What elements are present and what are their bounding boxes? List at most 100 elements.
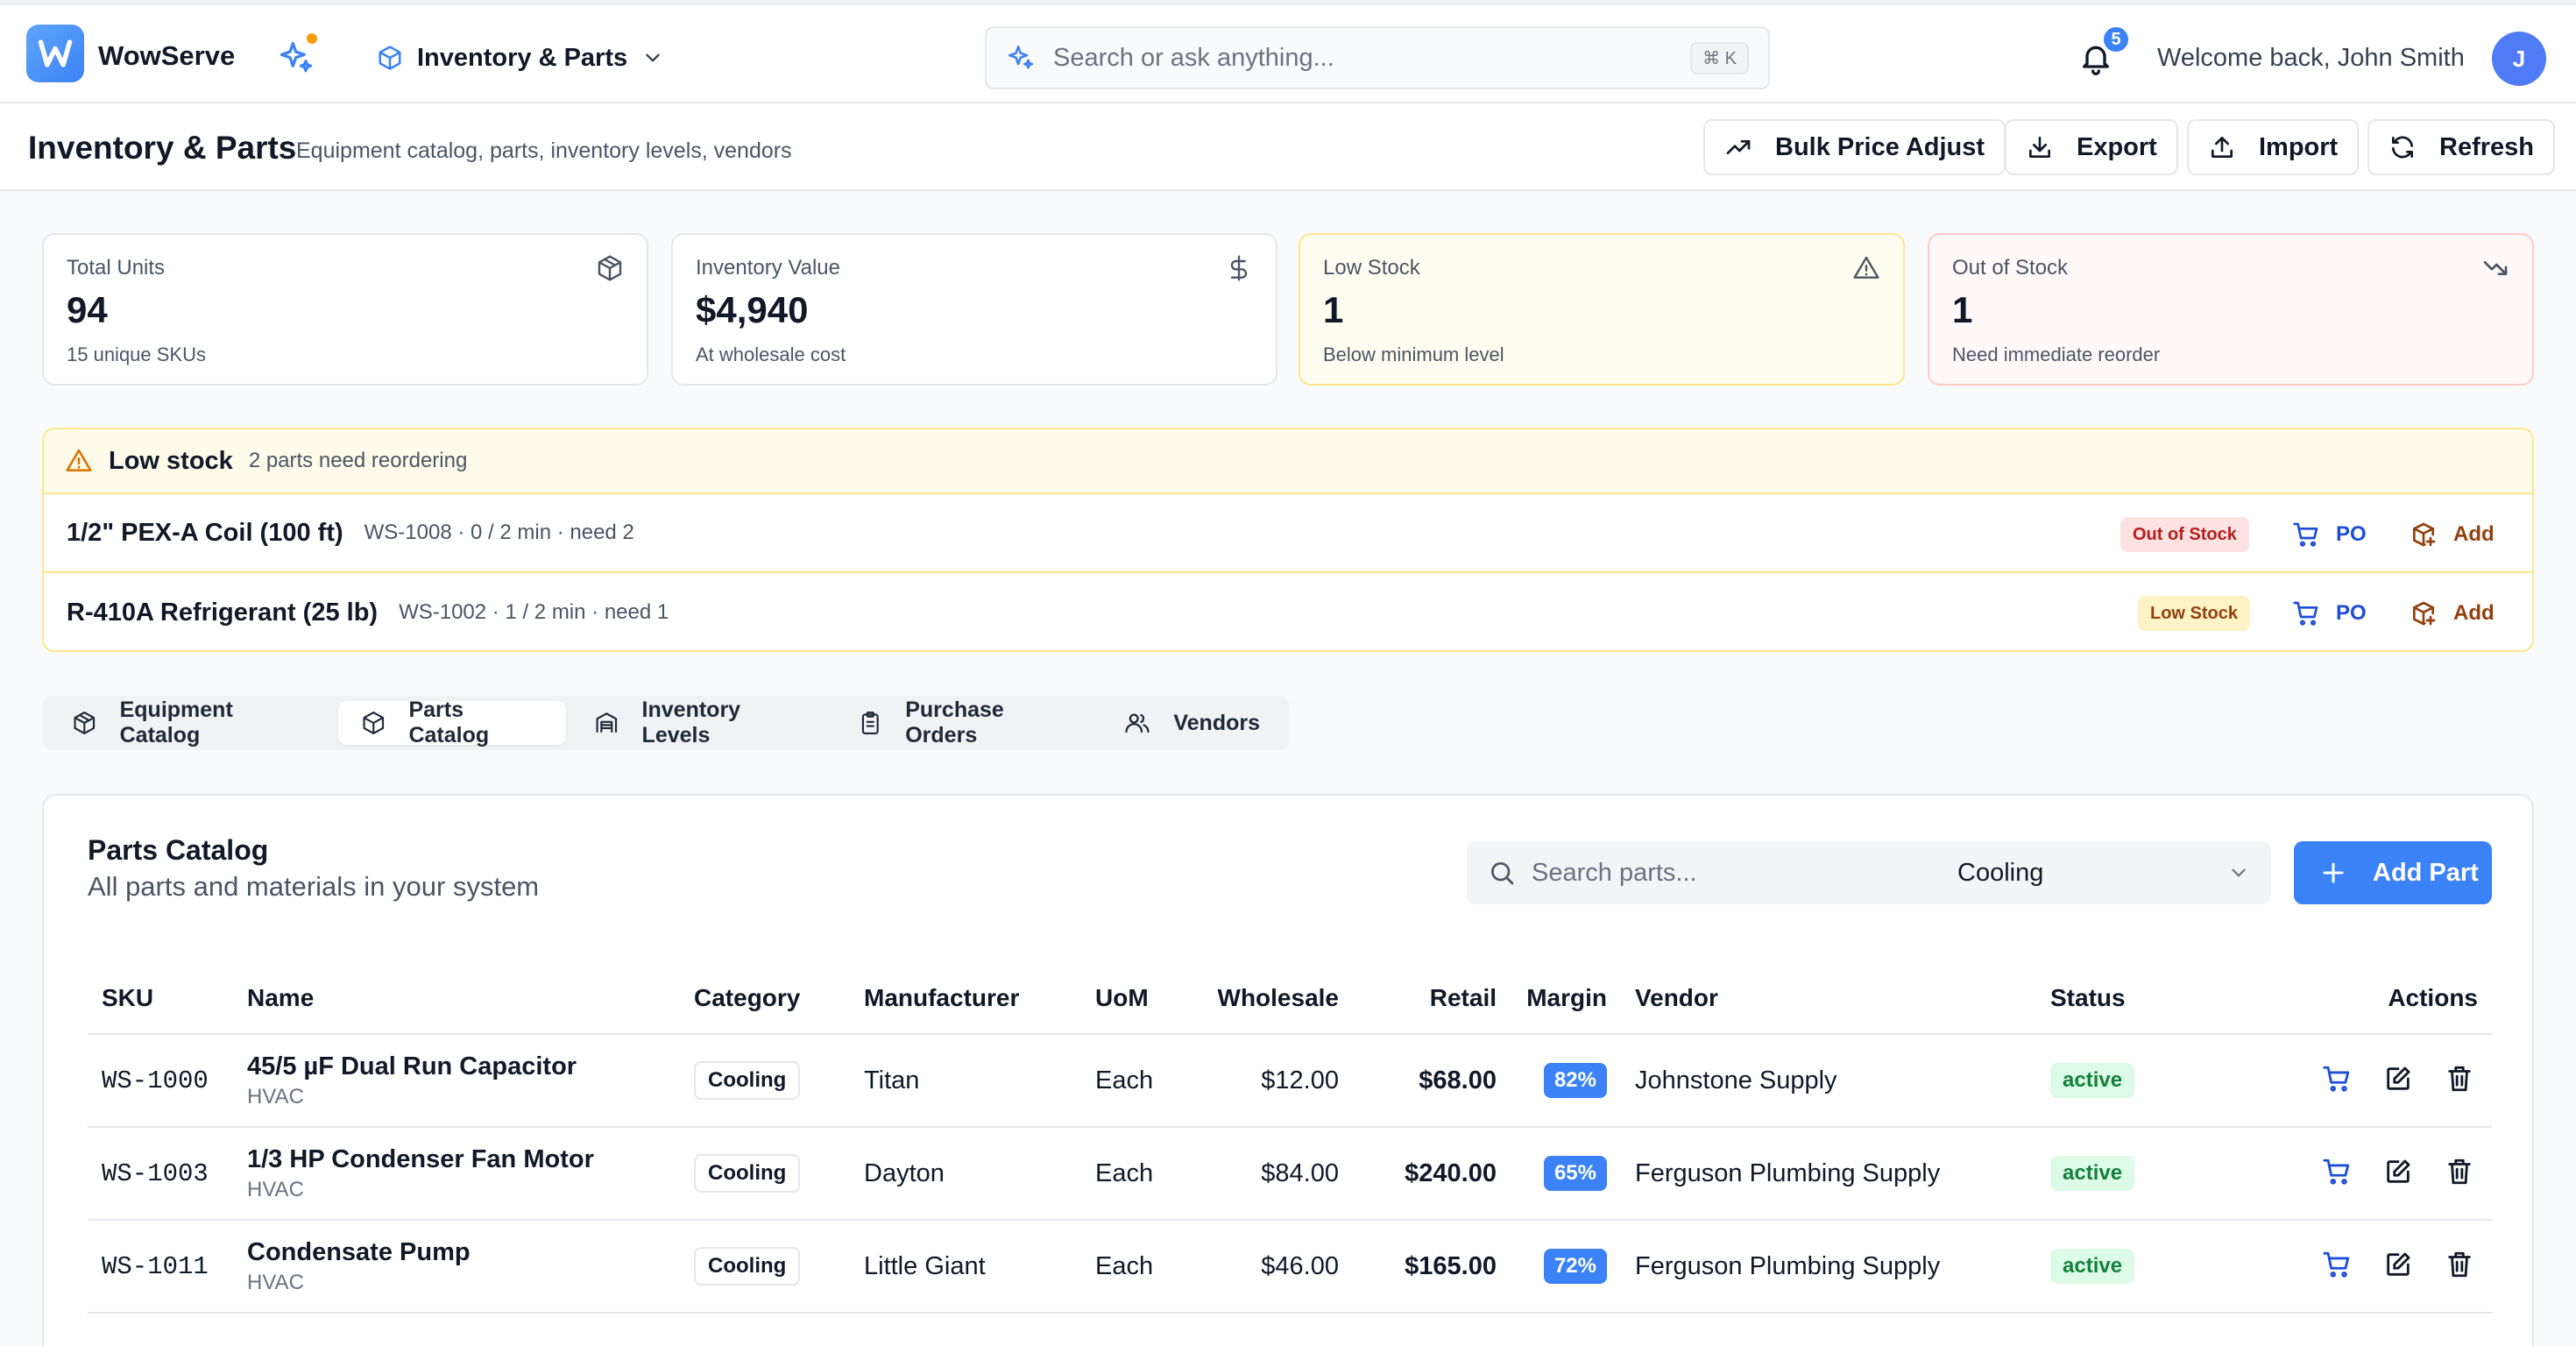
- wholesale-cell: $12.00: [1186, 1034, 1353, 1128]
- category-chip: Cooling: [694, 1154, 801, 1193]
- sku-cell: WS-1011: [88, 1220, 233, 1314]
- notification-count: 5: [2101, 25, 2131, 54]
- column-header-sku[interactable]: SKU: [88, 962, 233, 1035]
- top-bar: WowServe Inventory & Parts Search or ask…: [0, 0, 2576, 103]
- stat-card-out-of-stock: Out of Stock 1 Need immediate reorder: [1928, 233, 2534, 386]
- sparkle-icon: [1008, 45, 1034, 69]
- parts-catalog-panel: Parts Catalog All parts and materials in…: [42, 794, 2534, 1346]
- table-row[interactable]: WS-1003 1/3 HP Condenser Fan Motor HVAC C…: [88, 1127, 2492, 1221]
- trash-icon[interactable]: [2445, 1064, 2478, 1097]
- edit-icon[interactable]: [2383, 1250, 2417, 1283]
- tab-label: Equipment Catalog: [119, 698, 233, 747]
- dollar-icon: [1225, 254, 1255, 284]
- low-stock-title: Low stock: [109, 446, 233, 475]
- column-header-name[interactable]: Name: [233, 962, 680, 1035]
- column-header-wholesale[interactable]: Wholesale: [1186, 962, 1353, 1035]
- trash-icon[interactable]: [2445, 1157, 2478, 1190]
- create-po-button[interactable]: PO: [2292, 594, 2367, 633]
- tab-bar: Equipment Catalog Parts Catalog Inventor…: [42, 696, 1290, 750]
- retail-cell: $240.00: [1353, 1127, 1511, 1221]
- column-header-status[interactable]: Status: [2036, 962, 2264, 1035]
- cart-icon[interactable]: [2322, 1064, 2355, 1097]
- import-button[interactable]: Import: [2187, 119, 2360, 175]
- add-part-button[interactable]: Add Part: [2294, 841, 2492, 904]
- vendor-cell: Ferguson Plumbing Supply: [1621, 1220, 2036, 1314]
- stat-label: Low Stock: [1323, 256, 1420, 280]
- stat-label: Inventory Value: [696, 256, 840, 280]
- tab-equipment-catalog[interactable]: Equipment Catalog: [49, 698, 333, 747]
- column-header-manufacturer[interactable]: Manufacturer: [850, 962, 1081, 1035]
- low-stock-row: 1/2" PEX-A Coil (100 ft) WS-1008 · 0 / 2…: [44, 494, 2532, 573]
- module-switcher[interactable]: Inventory & Parts: [377, 37, 664, 79]
- status-cell: active: [2036, 1127, 2264, 1221]
- column-header-category[interactable]: Category: [680, 962, 850, 1035]
- column-header-margin[interactable]: Margin: [1511, 962, 1621, 1035]
- create-po-button[interactable]: PO: [2292, 515, 2367, 554]
- refresh-button[interactable]: Refresh: [2367, 119, 2555, 175]
- tab-purchase-orders[interactable]: Purchase Orders: [835, 698, 1097, 747]
- stat-value: 94: [67, 289, 108, 330]
- add-stock-button[interactable]: Add: [2410, 594, 2495, 633]
- warehouse-icon: [596, 712, 618, 733]
- stat-value: $4,940: [696, 289, 809, 330]
- name-cell: 45/5 µF Dual Run Capacitor HVAC: [233, 1034, 680, 1128]
- margin-badge: 82%: [1543, 1063, 1607, 1098]
- export-label: Export: [2077, 132, 2157, 161]
- stat-note: 15 unique SKUs: [67, 344, 206, 365]
- table-row[interactable]: WS-1011 Condensate Pump HVAC Cooling Litt…: [88, 1220, 2492, 1314]
- low-stock-row: R-410A Refrigerant (25 lb) WS-1002 · 1 /…: [44, 573, 2532, 650]
- category-chip: Cooling: [694, 1061, 801, 1100]
- manufacturer-cell: Titan: [850, 1034, 1081, 1128]
- tab-inventory-levels[interactable]: Inventory Levels: [571, 698, 830, 747]
- package-icon: [596, 254, 626, 284]
- brand-logo[interactable]: [26, 25, 84, 82]
- tab-vendors[interactable]: Vendors: [1101, 701, 1283, 745]
- status-badge: active: [2050, 1156, 2135, 1191]
- margin-badge: 65%: [1543, 1156, 1607, 1191]
- trending-down-icon: [2481, 254, 2511, 284]
- welcome-text: Welcome back, John Smith: [2157, 44, 2465, 72]
- uom-cell: Each: [1081, 1127, 1186, 1221]
- column-header-uom[interactable]: UoM: [1081, 962, 1186, 1035]
- parts-search-input[interactable]: Search parts...: [1467, 841, 1957, 904]
- cart-icon[interactable]: [2322, 1157, 2355, 1190]
- sku-cell: WS-1003: [88, 1127, 233, 1221]
- tab-parts-catalog[interactable]: Parts Catalog: [337, 698, 566, 747]
- retail-cell: $165.00: [1353, 1220, 1511, 1314]
- clipboard-icon: [861, 712, 879, 734]
- stat-label: Total Units: [67, 256, 166, 280]
- global-search[interactable]: Search or ask anything... ⌘ K: [985, 26, 1770, 89]
- refresh-label: Refresh: [2439, 132, 2534, 161]
- export-button[interactable]: Export: [2005, 119, 2178, 175]
- cube-icon: [379, 46, 401, 70]
- stat-card-inventory-value: Inventory Value $4,940 At wholesale cost: [671, 233, 1277, 386]
- tab-label: Inventory Levels: [641, 698, 741, 747]
- chevron-down-icon: [2232, 868, 2246, 877]
- column-header-actions: Actions: [2264, 962, 2492, 1035]
- sku-cell: WS-1000: [88, 1034, 233, 1128]
- warning-triangle-icon: [66, 449, 92, 471]
- cart-icon[interactable]: [2322, 1250, 2355, 1283]
- trash-icon[interactable]: [2445, 1250, 2478, 1283]
- stat-card-total-units: Total Units 94 15 unique SKUs: [42, 233, 648, 386]
- bulk-price-adjust-label: Bulk Price Adjust: [1775, 132, 1985, 161]
- column-header-vendor[interactable]: Vendor: [1621, 962, 2036, 1035]
- ai-sparkle-icon[interactable]: [277, 39, 315, 77]
- plus-icon: [2323, 862, 2344, 883]
- catalog-subtitle: All parts and materials in your system: [88, 871, 540, 902]
- add-stock-button[interactable]: Add: [2410, 515, 2495, 554]
- bulk-price-adjust-button[interactable]: Bulk Price Adjust: [1703, 119, 2006, 175]
- part-name: Condensate Pump: [247, 1237, 471, 1266]
- brand-name: WowServe: [98, 40, 236, 71]
- table-row[interactable]: WS-1000 45/5 µF Dual Run Capacitor HVAC C…: [88, 1034, 2492, 1128]
- part-name: 1/3 HP Condenser Fan Motor: [247, 1144, 594, 1173]
- chevron-down-icon: [646, 53, 660, 62]
- category-filter-select[interactable]: Cooling: [1936, 841, 2271, 904]
- column-header-retail[interactable]: Retail: [1353, 962, 1511, 1035]
- edit-icon[interactable]: [2383, 1064, 2417, 1097]
- edit-icon[interactable]: [2383, 1157, 2417, 1190]
- part-meta: WS-1002 · 1 / 2 min · need 1: [399, 600, 669, 624]
- name-cell: Condensate Pump HVAC: [233, 1220, 680, 1314]
- part-name: 45/5 µF Dual Run Capacitor: [247, 1052, 577, 1080]
- avatar[interactable]: J: [2492, 32, 2546, 86]
